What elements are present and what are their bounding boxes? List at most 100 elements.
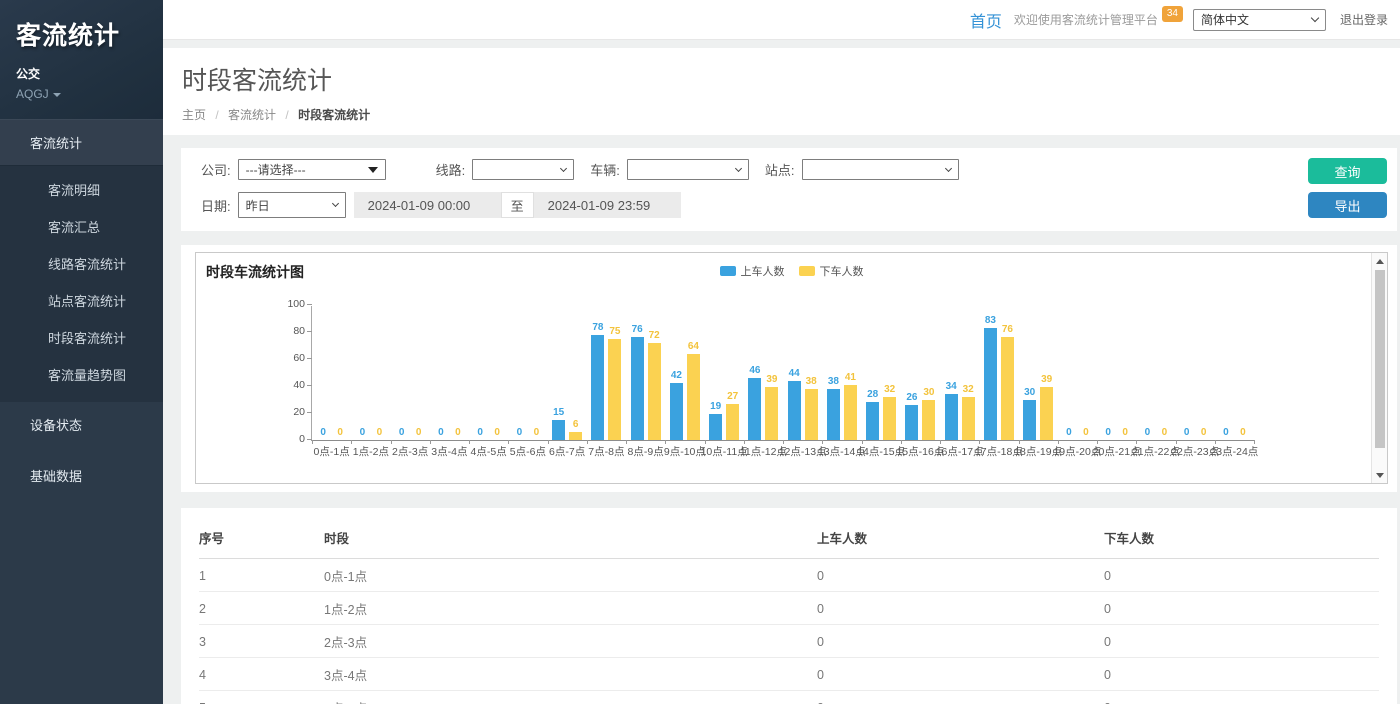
boarding-bar[interactable] [788,381,801,440]
alighting-bar[interactable] [1040,387,1053,440]
notification-badge[interactable]: 34 [1162,6,1183,22]
chevron-down-icon [560,164,567,171]
sidebar-section-基础数据[interactable]: 基础数据 [0,453,163,498]
sidebar-item-客流明细[interactable]: 客流明细 [0,171,163,208]
boarding-bar[interactable] [709,414,722,440]
bar-column: 0 [1062,428,1075,440]
table-cell: 3 [199,625,324,658]
alighting-bar[interactable] [844,385,857,440]
scroll-up-arrow-icon[interactable] [1372,254,1388,268]
home-link[interactable]: 首页 [970,8,1002,32]
breadcrumb-section[interactable]: 客流统计 [228,108,276,122]
boarding-bar[interactable] [748,378,761,440]
boarding-bar[interactable] [827,389,840,440]
alighting-bar[interactable] [608,339,621,440]
bar-column: 26 [905,393,918,440]
bar-value-label: 0 [534,428,540,438]
scrollbar-thumb[interactable] [1375,270,1385,448]
bar-value-label: 0 [438,428,444,438]
bar-value-label: 34 [946,382,957,392]
bar-column: 0 [530,428,543,440]
bar-value-label: 30 [1024,388,1035,398]
sidebar-item-线路客流统计[interactable]: 线路客流统计 [0,245,163,282]
y-axis-label: 100 [275,298,305,310]
bar-group: 001点-2点 [351,306,390,440]
bar-column: 32 [962,385,975,440]
alighting-bar[interactable] [1001,337,1014,440]
table-cell: 0点-1点 [324,559,817,592]
bar-group: 42649点-10点 [665,306,704,440]
station-label: 站点: [765,160,795,179]
vehicle-select[interactable] [627,159,749,180]
bar-value-label: 0 [1122,428,1128,438]
sidebar-section-客流统计[interactable]: 客流统计 [0,119,163,166]
sidebar-section-设备状态[interactable]: 设备状态 [0,402,163,447]
table-cell: 4 [199,658,324,691]
export-button[interactable]: 导出 [1308,192,1387,218]
bar-value-label: 0 [337,428,343,438]
legend-item-下车人数[interactable]: 下车人数 [799,263,864,279]
date-preset-select[interactable]: 昨日 [238,192,346,218]
alighting-bar[interactable] [648,343,661,440]
boarding-bar[interactable] [984,328,997,440]
bar-group: 005点-6点 [508,306,547,440]
bar-value-label: 32 [963,385,974,395]
boarding-bar[interactable] [945,394,958,440]
bar-group: 443812点-13点 [783,306,822,440]
chart-vertical-scrollbar[interactable] [1371,253,1387,483]
stats-table: 序号 时段 上车人数 下车人数 10点-1点0021点-2点0032点-3点00… [199,518,1379,704]
boarding-bar[interactable] [631,337,644,440]
col-header-index: 序号 [199,518,324,559]
chart-title: 时段车流统计图 [206,262,304,282]
boarding-bar[interactable] [866,402,879,440]
org-selector[interactable]: AQGJ [16,87,163,101]
station-select[interactable] [802,159,959,180]
date-end-input[interactable]: 2024-01-09 23:59 [534,192,681,218]
bar-value-label: 0 [1162,428,1168,438]
sidebar-item-时段客流统计[interactable]: 时段客流统计 [0,319,163,356]
sidebar-item-客流量趋势图[interactable]: 客流量趋势图 [0,356,163,393]
alighting-bar[interactable] [687,354,700,440]
bar-value-label: 0 [517,428,523,438]
bar-column: 76 [1001,325,1014,440]
alighting-bar[interactable] [805,389,818,440]
bar-group: 003点-4点 [430,306,469,440]
date-start-input[interactable]: 2024-01-09 00:00 [354,192,501,218]
sidebar-item-客流汇总[interactable]: 客流汇总 [0,208,163,245]
logout-link[interactable]: 退出登录 [1340,11,1388,28]
line-select[interactable] [472,159,574,180]
alighting-bar[interactable] [569,432,582,440]
bar-group: 192710点-11点 [705,306,744,440]
alighting-bar[interactable] [922,400,935,441]
table-row: 21点-2点00 [199,592,1379,625]
alighting-bar[interactable] [962,397,975,440]
alighting-bar[interactable] [765,387,778,440]
alighting-bar[interactable] [883,397,896,440]
bar-value-label: 0 [416,428,422,438]
boarding-bar[interactable] [1023,400,1036,441]
bar-column: 6 [569,420,582,440]
alighting-bar[interactable] [726,404,739,440]
filter-panel: 公司: ---请选择--- 线路: 车辆: 站点: [181,148,1397,231]
table-cell: 2 [199,592,324,625]
boarding-bar[interactable] [591,335,604,440]
bar-value-label: 38 [806,377,817,387]
sidebar-item-站点客流统计[interactable]: 站点客流统计 [0,282,163,319]
bar-column: 32 [883,385,896,440]
scroll-down-arrow-icon[interactable] [1372,468,1388,482]
language-select[interactable]: 简体中文 [1193,9,1326,31]
bar-group: 78757点-8点 [587,306,626,440]
legend-item-上车人数[interactable]: 上车人数 [720,263,785,279]
col-header-alighting: 下车人数 [1104,518,1379,559]
boarding-bar[interactable] [552,420,565,440]
bar-value-label: 0 [494,428,500,438]
company-select[interactable]: ---请选择--- [238,159,386,180]
bar-group: 303918点-19点 [1019,306,1058,440]
query-button[interactable]: 查询 [1308,158,1387,184]
bar-column: 75 [608,327,621,440]
breadcrumb-home[interactable]: 主页 [182,108,206,122]
bar-column: 76 [631,325,644,440]
date-preset-value: 昨日 [246,197,270,214]
boarding-bar[interactable] [670,383,683,440]
boarding-bar[interactable] [905,405,918,440]
